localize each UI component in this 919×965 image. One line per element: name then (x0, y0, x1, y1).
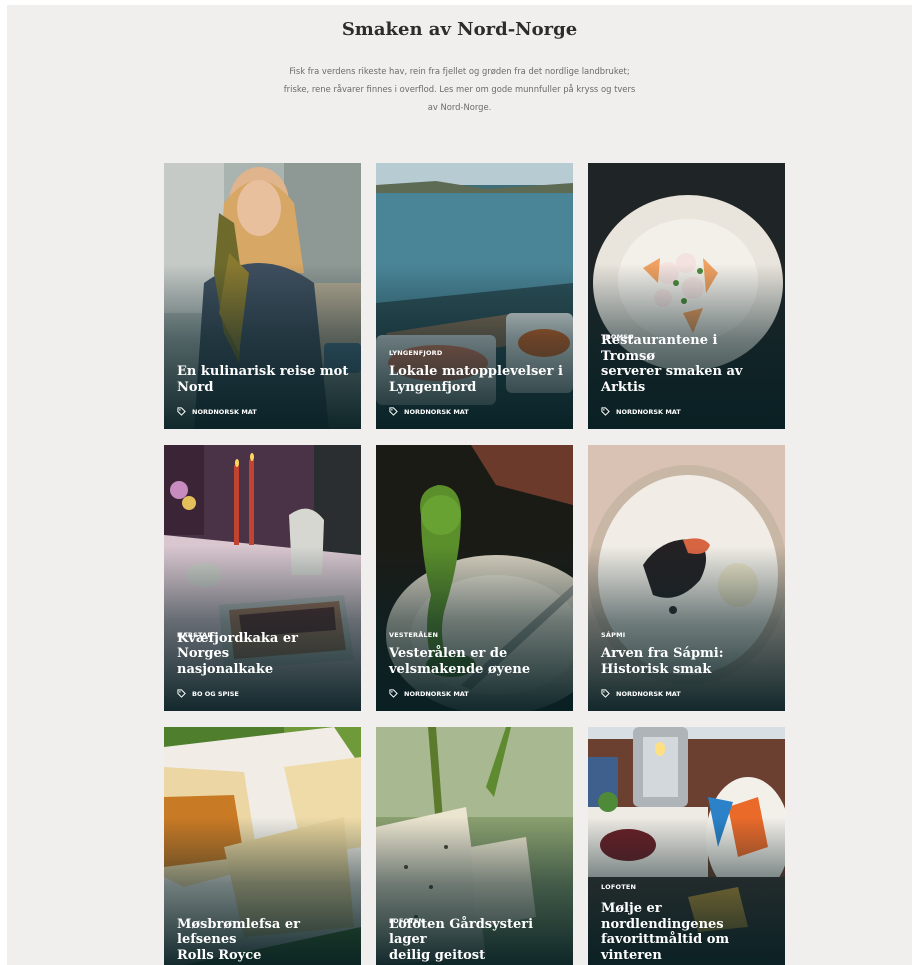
text-gradient (164, 264, 361, 429)
article-card[interactable]: TROMSØ Restaurantene i Tromsø serverer s… (588, 163, 785, 429)
title-line: Restaurantene i Tromsø (601, 333, 718, 364)
article-title: Møsbrømlefsa er lefsenes Rolls Royce (177, 917, 351, 964)
tag-label: NORDNORSK MAT (616, 407, 681, 416)
article-tag[interactable]: BO OG SPISE (177, 689, 239, 698)
title-line: vinteren (601, 947, 662, 963)
article-tag[interactable]: NORDNORSK MAT (177, 407, 257, 416)
article-region: LOFOTEN (601, 883, 637, 891)
title-line: Vesterålen er de (389, 646, 508, 661)
title-line: Rolls Royce (177, 947, 262, 963)
page-section: Smaken av Nord-Norge Fisk fra verdens ri… (7, 5, 912, 965)
title-line: Lyngenfjord (389, 379, 477, 395)
article-title: En kulinarisk reise mot Nord (177, 364, 351, 395)
article-tag[interactable]: NORDNORSK MAT (601, 689, 681, 698)
title-line: nasjonalkake (177, 661, 274, 677)
tag-icon (389, 407, 398, 416)
tag-icon (177, 689, 186, 698)
title-line: Nord (177, 379, 214, 395)
article-card[interactable]: VESTERÅLEN Vesterålen er de velsmakende … (376, 445, 573, 711)
article-title: Mølje er nordlendingenes favorittmåltid … (601, 901, 775, 963)
text-gradient (588, 546, 785, 711)
article-title: Lokale matopplevelser i Lyngenfjord (389, 364, 563, 395)
title-line: Kvæfjordkaka er Norges (177, 630, 298, 662)
intro-line: av Nord-Norge. (427, 102, 492, 112)
tag-icon (601, 689, 610, 698)
article-card[interactable]: LOFOTEN Lofoten Gårdsysteri lager deilig… (376, 727, 573, 965)
article-card[interactable]: Møsbrømlefsa er lefsenes Rolls Royce (164, 727, 361, 965)
tag-label: BO OG SPISE (192, 689, 239, 698)
article-region: LYNGENFJORD (389, 349, 443, 357)
title-line: Arktis (601, 379, 646, 395)
section-title: Smaken av Nord-Norge (341, 19, 578, 40)
article-tag[interactable]: NORDNORSK MAT (389, 407, 469, 416)
tag-label: NORDNORSK MAT (616, 689, 681, 698)
section-intro: Fisk fra verdens rikeste hav, rein fra f… (257, 62, 662, 116)
text-gradient (164, 546, 361, 711)
tag-label: NORDNORSK MAT (404, 407, 469, 416)
intro-line: Fisk fra verdens rikeste hav, rein fra f… (289, 66, 630, 76)
intro-line: friske, rene råvarer finnes i overflod. … (283, 84, 636, 94)
article-card[interactable]: LYNGENFJORD Lokale matopplevelser i Lyng… (376, 163, 573, 429)
text-gradient (376, 264, 573, 429)
article-region: VESTERÅLEN (389, 631, 439, 639)
article-card[interactable]: HARSTAD Kvæfjordkaka er Norges nasjonalk… (164, 445, 361, 711)
article-title: Kvæfjordkaka er Norges nasjonalkake (177, 631, 351, 678)
title-line: serverer smaken av (601, 364, 743, 379)
title-line: Arven fra Sápmi: (601, 646, 724, 661)
article-card[interactable]: En kulinarisk reise mot Nord NORDNORSK M… (164, 163, 361, 429)
tag-icon (177, 407, 186, 416)
article-title: Lofoten Gårdsysteri lager deilig geitost (389, 917, 563, 964)
title-line: Lokale matopplevelser i (389, 364, 563, 379)
tag-label: NORDNORSK MAT (192, 407, 257, 416)
title-line: Historisk smak (601, 661, 712, 677)
title-line: Møsbrømlefsa er lefsenes (177, 916, 300, 948)
article-title: Arven fra Sápmi: Historisk smak (601, 646, 775, 677)
article-card[interactable]: LOFOTEN Mølje er nordlendingenes favorit… (588, 727, 785, 965)
article-region: SÁPMI (601, 631, 626, 639)
tag-icon (601, 407, 610, 416)
title-line: nordlendingenes (601, 916, 724, 932)
title-line: velsmakende øyene (389, 661, 531, 677)
title-line: favorittmåltid om (601, 932, 730, 947)
article-title: Vesterålen er de velsmakende øyene (389, 646, 563, 677)
tag-label: NORDNORSK MAT (404, 689, 469, 698)
article-tag[interactable]: NORDNORSK MAT (601, 407, 681, 416)
article-tag[interactable]: NORDNORSK MAT (389, 689, 469, 698)
title-line: Lofoten Gårdsysteri lager (389, 916, 534, 948)
article-card[interactable]: SÁPMI Arven fra Sápmi: Historisk smak NO… (588, 445, 785, 711)
title-line: Mølje er (601, 901, 662, 916)
title-line: En kulinarisk reise mot (177, 364, 349, 379)
text-gradient (376, 546, 573, 711)
tag-icon (389, 689, 398, 698)
article-title: Restaurantene i Tromsø serverer smaken a… (601, 333, 775, 395)
title-line: deilig geitost (389, 947, 486, 963)
